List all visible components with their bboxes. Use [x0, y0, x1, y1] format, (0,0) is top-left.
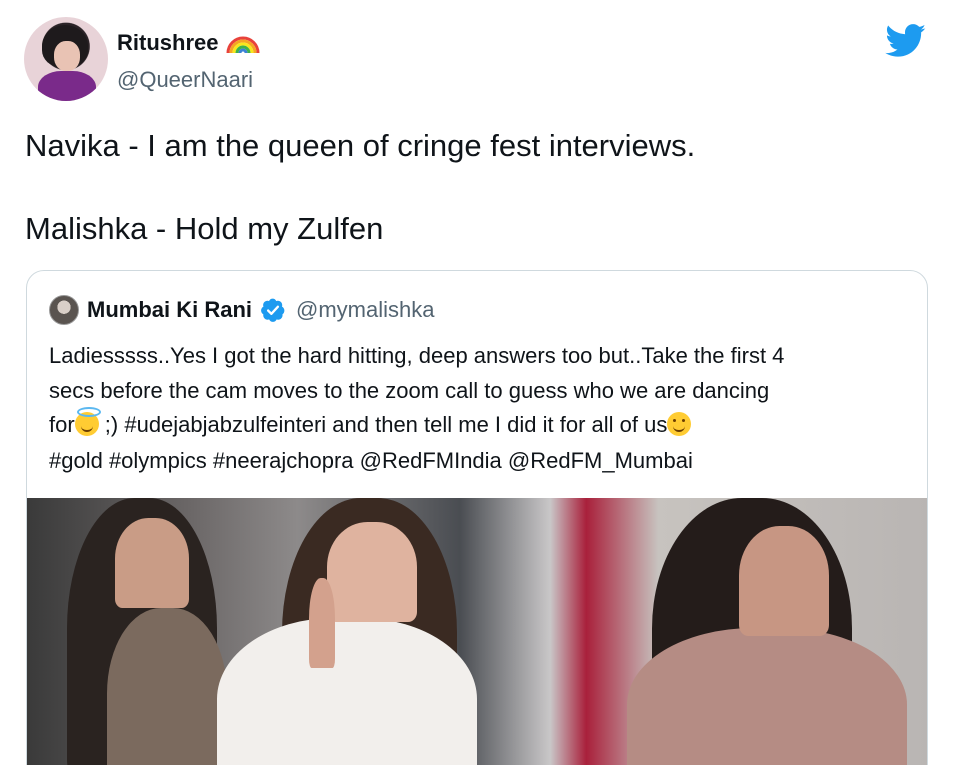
author-display-name[interactable]: Ritushree	[117, 30, 218, 56]
thumbnail-person-2-face	[327, 522, 417, 622]
thumbnail-person-2-hand	[309, 578, 335, 668]
quoted-author-handle[interactable]: @mymalishka	[296, 297, 434, 323]
quoted-tweet-card[interactable]: Mumbai Ki Rani @mymalishka Ladiesssss..Y…	[26, 270, 928, 765]
thumbnail-person-3-face	[739, 526, 829, 636]
thumbnail-person-1-top	[107, 608, 227, 765]
quoted-text-line-1: Ladiesssss..Yes I got the hard hitting, …	[49, 343, 785, 368]
tweet-text-line-1: Navika - I am the queen of cringe fest i…	[25, 128, 696, 163]
quoted-tweet-header[interactable]: Mumbai Ki Rani @mymalishka	[49, 295, 434, 325]
thumbnail-person-3-top	[627, 628, 907, 765]
quoted-author-name[interactable]: Mumbai Ki Rani	[87, 297, 252, 323]
tweet-card[interactable]: Ritushree @QueerNaari Navika - I am the …	[0, 0, 954, 765]
quoted-text-line-3: for ;) #udejabjabzulfeinteri and then te…	[49, 407, 919, 438]
verified-badge-icon	[261, 298, 285, 322]
twitter-bird-icon[interactable]	[885, 24, 927, 58]
rainbow-icon	[226, 36, 260, 54]
thumbnail-person-1-face	[115, 518, 189, 608]
video-thumbnail[interactable]	[27, 498, 927, 765]
avatar-shirt	[38, 71, 96, 101]
author-avatar[interactable]	[24, 17, 108, 101]
quoted-author-avatar[interactable]	[49, 295, 79, 325]
author-name-row[interactable]: Ritushree	[117, 30, 260, 56]
quoted-text-line-4[interactable]: #gold #olympics #neerajchopra @RedFMIndi…	[49, 448, 919, 474]
quoted-text-line-3a: for	[49, 412, 75, 437]
thumbnail-person-2-top	[217, 618, 477, 765]
avatar-face	[54, 41, 80, 71]
smiling-face-with-halo-emoji	[74, 407, 101, 436]
quoted-text-line-2: secs before the cam moves to the zoom ca…	[49, 378, 770, 403]
author-handle[interactable]: @QueerNaari	[117, 67, 253, 93]
tweet-text-line-2: Malishka - Hold my Zulfen	[25, 211, 384, 246]
quoted-text-line-3b[interactable]: ;) #udejabjabzulfeinteri and then tell m…	[99, 412, 668, 437]
grinning-squinting-face-emoji	[667, 412, 692, 436]
